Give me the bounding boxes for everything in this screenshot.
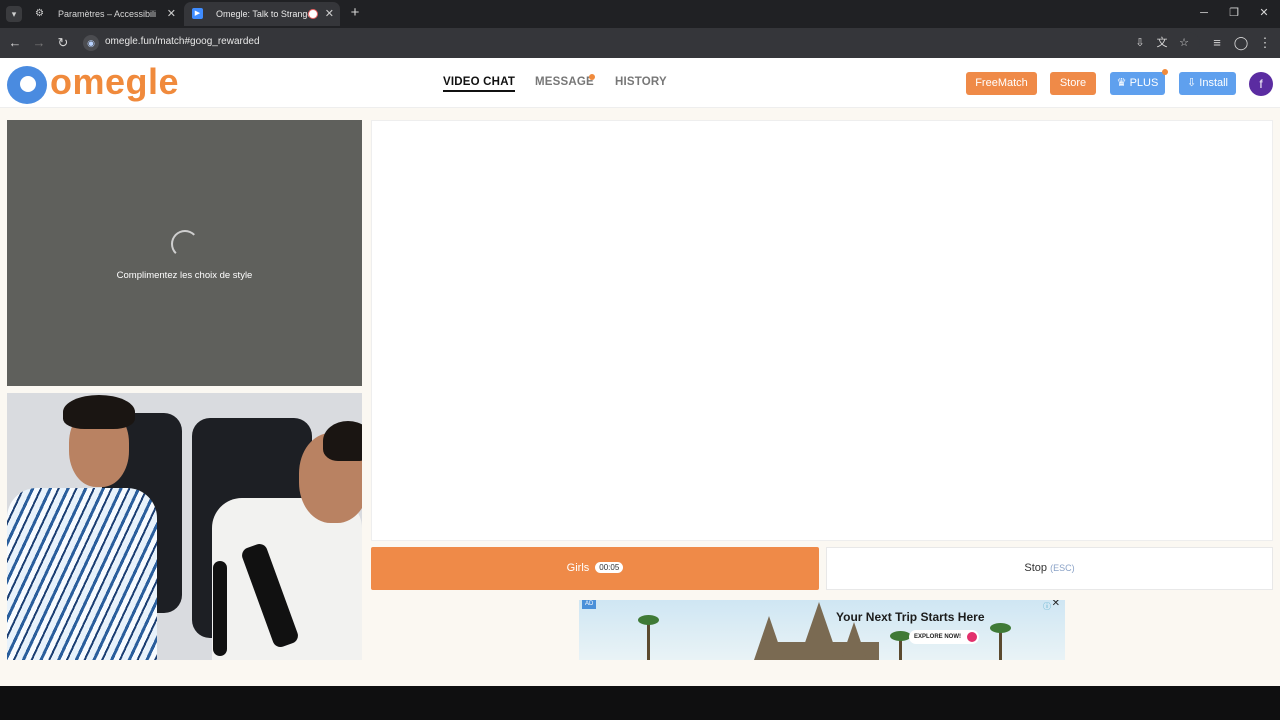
logo-icon[interactable]	[7, 66, 47, 104]
person-left-shirt	[7, 488, 157, 660]
start-label: Girls	[566, 562, 590, 574]
crown-icon: ♛	[1116, 77, 1130, 89]
self-camera-video	[7, 393, 362, 660]
install-label: Install	[1199, 77, 1229, 89]
browser-toolbar: ← → ↻ ◉ omegle.fun/match#goog_rewarded ⇩…	[0, 28, 1280, 58]
stop-shortcut-hint: (ESC)	[1050, 563, 1075, 573]
tab-title: Omegle: Talk to Strangers w	[216, 9, 314, 19]
stranger-video: Complimentez les choix de style	[7, 120, 362, 386]
tab-omegle[interactable]: ▶ Omegle: Talk to Strangers w ✕	[184, 2, 340, 26]
palm-tree	[638, 615, 659, 660]
advertisement-banner[interactable]: AD ⓘ ✕ Your Next Trip Starts Here EXPLOR…	[579, 600, 1065, 660]
video-icon: ▶	[192, 8, 203, 19]
site-info-icon[interactable]: ◉	[83, 35, 99, 51]
page: omegle VIDEO CHAT MESSAGE HISTORY FreeMa…	[0, 58, 1280, 686]
reload-icon[interactable]: ↻	[54, 34, 72, 52]
forward-icon[interactable]: →	[30, 34, 48, 52]
microphone-arm	[213, 561, 227, 656]
close-tab-icon[interactable]: ✕	[167, 2, 176, 26]
logo-text[interactable]: omegle	[50, 61, 179, 103]
minimize-icon[interactable]: ─	[1194, 4, 1214, 22]
translate-icon[interactable]: 文	[1154, 35, 1170, 51]
girls-start-button[interactable]: Girls 00:05	[371, 547, 819, 590]
browser-tab-bar: ▾ ⚙ Paramètres – Accessibilité ✕ ▶ Omegl…	[0, 0, 1280, 28]
download-icon: ⇩	[1186, 77, 1200, 89]
plus-notification-dot	[1162, 69, 1168, 75]
stop-label: Stop	[1024, 562, 1048, 574]
site-header: omegle VIDEO CHAT MESSAGE HISTORY FreeMa…	[0, 58, 1280, 108]
install-button[interactable]: ⇩ Install	[1179, 72, 1236, 95]
stranger-status-text: Complimentez les choix de style	[116, 270, 253, 281]
store-button[interactable]: Store	[1050, 72, 1096, 95]
plus-label: PLUS	[1129, 77, 1159, 89]
ad-headline: Your Next Trip Starts Here	[836, 610, 985, 624]
loading-spinner-icon	[171, 230, 199, 258]
profile-icon[interactable]: ◯	[1232, 34, 1250, 52]
ad-info-icon[interactable]: ⓘ	[1043, 601, 1051, 612]
temple-tower	[841, 622, 867, 660]
address-bar[interactable]: ◉ omegle.fun/match#goog_rewarded ⇩ 文 ☆	[80, 32, 1200, 54]
install-app-icon[interactable]: ⇩	[1132, 35, 1148, 51]
stop-button[interactable]: Stop (ESC)	[826, 547, 1273, 590]
nav-message[interactable]: MESSAGE	[535, 76, 594, 88]
back-icon[interactable]: ←	[6, 34, 24, 52]
avatar[interactable]: f	[1249, 72, 1273, 96]
chat-panel[interactable]	[371, 120, 1273, 541]
person-left-hair	[63, 395, 135, 429]
plus-button[interactable]: ♛ PLUS	[1110, 72, 1165, 95]
message-notification-dot	[589, 74, 595, 80]
tab-title: Paramètres – Accessibilité	[58, 9, 156, 19]
nav-history[interactable]: HISTORY	[615, 76, 667, 88]
media-controls-icon[interactable]: ≡	[1208, 34, 1226, 52]
match-timer: 00:05	[595, 562, 624, 573]
tab-search-button[interactable]: ▾	[6, 6, 22, 22]
nav-video-chat[interactable]: VIDEO CHAT	[443, 76, 516, 92]
bookmark-star-icon[interactable]: ☆	[1176, 35, 1192, 51]
gear-icon: ⚙	[35, 8, 44, 19]
menu-kebab-icon[interactable]: ⋮	[1256, 34, 1274, 52]
freematch-button[interactable]: FreeMatch	[966, 72, 1037, 95]
ad-cta-button[interactable]: EXPLORE NOW!	[909, 630, 980, 644]
close-tab-icon[interactable]: ✕	[325, 2, 334, 26]
url-text[interactable]: omegle.fun/match#goog_rewarded	[105, 36, 260, 47]
tab-settings[interactable]: ⚙ Paramètres – Accessibilité ✕	[26, 2, 182, 26]
close-window-icon[interactable]: ✕	[1254, 4, 1274, 22]
ad-badge: AD	[582, 600, 597, 609]
recording-icon	[308, 9, 318, 19]
palm-tree	[890, 631, 911, 660]
new-tab-button[interactable]: +	[346, 4, 364, 22]
ad-close-icon[interactable]: ✕	[1052, 600, 1060, 609]
restore-icon[interactable]: ❐	[1224, 4, 1244, 22]
person-right-hair	[323, 421, 362, 461]
palm-tree	[990, 623, 1011, 660]
